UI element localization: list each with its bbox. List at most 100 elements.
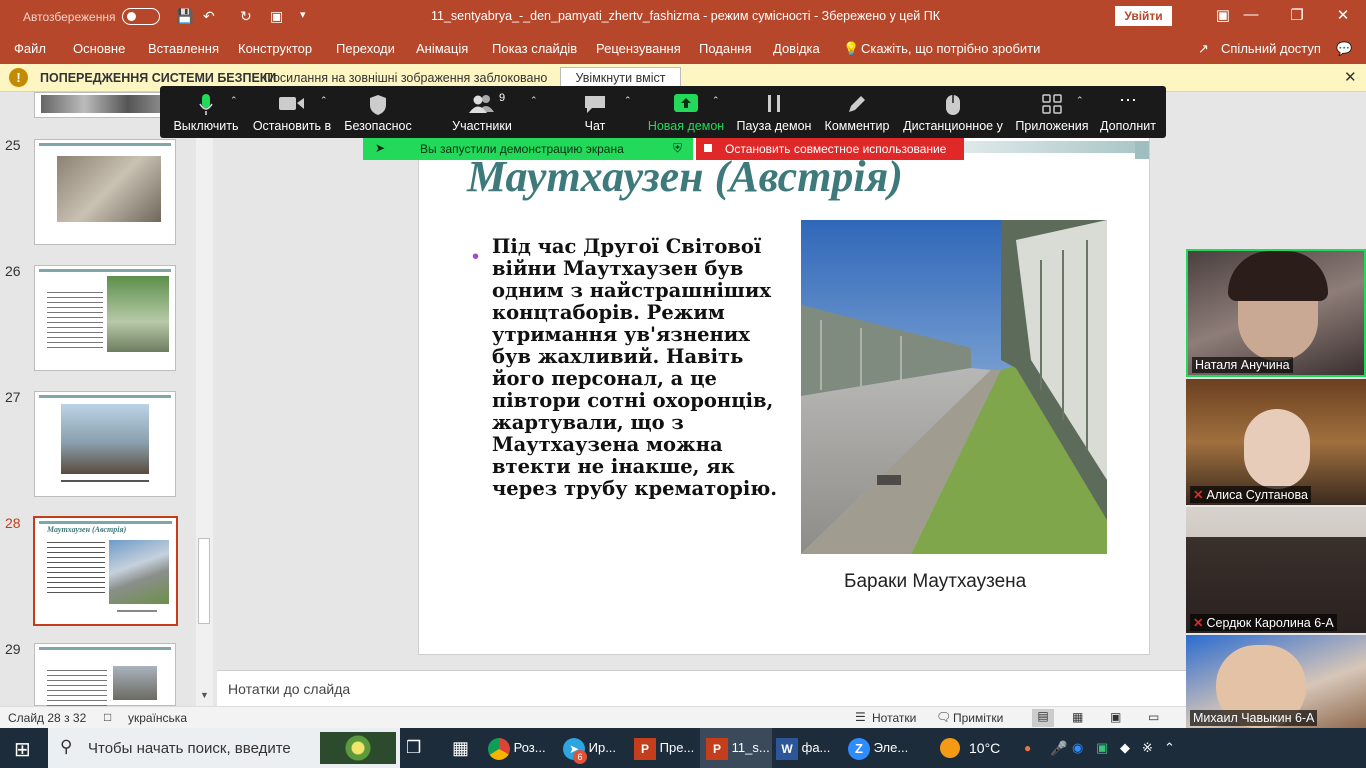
close-security-bar-button[interactable]: ✕: [1344, 68, 1357, 86]
stop-share-button[interactable]: Остановить совместное использование: [696, 138, 964, 160]
slide-thumbnail-27[interactable]: [34, 391, 176, 497]
participant-video-tile[interactable]: ✕ Алиса Султанова: [1186, 379, 1366, 505]
taskbar-app-word[interactable]: W фа...: [776, 728, 842, 768]
taskbar-app-chrome[interactable]: Роз...: [488, 728, 558, 768]
scroll-down-icon[interactable]: ▼: [200, 690, 209, 700]
zoom-label: Выключить: [173, 119, 239, 133]
more-button[interactable]: ⋯ Дополнит: [1092, 86, 1164, 138]
tray-mic-icon[interactable]: 🎤: [1050, 728, 1067, 768]
share-button[interactable]: Спільний доступ: [1221, 41, 1321, 56]
current-slide[interactable]: Маутхаузен (Австрія) • Під час Другої Св…: [418, 92, 1150, 655]
tab-animations[interactable]: Анімація: [416, 41, 468, 56]
tab-view[interactable]: Подання: [699, 41, 752, 56]
participant-video-tile[interactable]: Наталя Анучина: [1186, 249, 1366, 377]
close-button[interactable]: ✕: [1320, 6, 1366, 24]
lightbulb-icon: 💡: [843, 41, 860, 56]
chat-button[interactable]: Чат: [560, 86, 630, 138]
tab-home[interactable]: Основне: [73, 41, 125, 56]
comments-icon[interactable]: 💬: [1336, 41, 1352, 57]
taskbar-app-zoom[interactable]: Z Эле...: [848, 728, 918, 768]
chevron-up-icon[interactable]: ⌃: [1076, 95, 1084, 106]
chrome-icon: [488, 737, 510, 760]
chevron-up-icon[interactable]: ⌃: [530, 95, 538, 106]
tray-zoom-icon[interactable]: ◉: [1072, 728, 1083, 768]
minimize-button[interactable]: —: [1228, 6, 1274, 23]
tab-file[interactable]: Файл: [14, 41, 46, 56]
windows-start-icon[interactable]: ⊞: [14, 737, 31, 762]
apps-icon: [1042, 94, 1062, 117]
stop-video-button[interactable]: Остановить в: [252, 86, 332, 138]
taskbar-app-powerpoint[interactable]: P Пре...: [634, 728, 700, 768]
participant-count: 9: [499, 92, 506, 104]
slideshow-view-icon[interactable]: ▭: [1148, 710, 1159, 724]
bluetooth-icon[interactable]: ※: [1142, 728, 1153, 768]
remote-control-button[interactable]: Дистанционное у: [898, 86, 1008, 138]
undo-icon[interactable]: ↶: [203, 8, 215, 25]
share-icon: ↗: [1198, 41, 1209, 56]
search-placeholder: Чтобы начать поиск, введите: [88, 740, 291, 757]
reading-view-icon[interactable]: ▣: [1110, 710, 1121, 724]
present-icon[interactable]: ▣: [270, 8, 283, 25]
weather-temperature[interactable]: 10°C: [969, 728, 1000, 768]
slide-thumbnail-24[interactable]: [34, 92, 176, 118]
tray-network-icon[interactable]: ◆: [1120, 728, 1130, 768]
thumbnails-scrollbar[interactable]: ▲ ▼: [196, 92, 213, 706]
slide-thumbnail-26[interactable]: [34, 265, 176, 371]
chevron-up-icon[interactable]: ⌃: [712, 95, 720, 106]
normal-view-icon[interactable]: ▤: [1032, 709, 1054, 727]
zoom-label: Пауза демон: [736, 119, 812, 133]
save-icon[interactable]: 💾: [176, 8, 193, 25]
barracks-photo: [801, 220, 1107, 554]
slide-thumbnail-28-selected[interactable]: Маутхаузен (Австрія): [33, 516, 178, 626]
participant-hair: [1228, 251, 1328, 301]
document-title: 11_sentyabrya_-_den_pamyati_zhertv_fashi…: [431, 9, 940, 23]
restore-button[interactable]: ❐: [1274, 6, 1320, 24]
taskbar-search-box[interactable]: ⚲ Чтобы начать поиск, введите: [48, 728, 400, 768]
tab-help[interactable]: Довідка: [773, 41, 820, 56]
tab-design[interactable]: Конструктор: [238, 41, 312, 56]
spellcheck-icon[interactable]: □: [104, 710, 111, 724]
chat-icon: [584, 94, 606, 117]
tray-chevron-icon[interactable]: ⌃: [1164, 728, 1175, 768]
task-view-icon[interactable]: ❒: [406, 728, 421, 768]
slide-sorter-icon[interactable]: ▦: [1072, 710, 1083, 724]
slide-thumbnails-panel: 25 26 27 28 Маутхаузен (Австрія) 29: [0, 92, 213, 706]
new-share-button[interactable]: Новая демон: [644, 86, 728, 138]
redo-icon[interactable]: ↻: [240, 8, 252, 25]
tray-app-icon[interactable]: ●: [1024, 728, 1031, 768]
scrollbar-thumb[interactable]: [198, 538, 210, 624]
mute-button[interactable]: Выключить: [166, 86, 246, 138]
notes-placeholder[interactable]: Нотатки до слайда: [228, 681, 350, 697]
pin-icon: ➤: [375, 141, 386, 155]
autosave-toggle[interactable]: [122, 8, 160, 25]
slide-thumbnail-25[interactable]: [34, 139, 176, 245]
tell-me-search[interactable]: Скажіть, що потрібно зробити: [861, 41, 1040, 56]
annotate-button[interactable]: Комментир: [820, 86, 894, 138]
qat-customize-icon[interactable]: ▾: [300, 8, 306, 21]
participant-video-tile[interactable]: Михаил Чавыкин 6-А: [1186, 635, 1366, 728]
notes-toggle-button[interactable]: Нотатки: [872, 711, 916, 725]
chevron-up-icon[interactable]: ⌃: [230, 95, 238, 106]
taskbar-app-telegram[interactable]: ➤ Ир... 6: [563, 728, 633, 768]
sign-in-button[interactable]: Увійти: [1115, 6, 1172, 26]
tab-transitions[interactable]: Переходи: [336, 41, 395, 56]
participants-button[interactable]: 9 Участники: [442, 86, 522, 138]
tab-insert[interactable]: Вставлення: [148, 41, 219, 56]
language-indicator[interactable]: українська: [128, 711, 187, 725]
comments-toggle-button[interactable]: Примітки: [953, 711, 1003, 725]
pause-share-button[interactable]: Пауза демон: [734, 86, 814, 138]
apps-button[interactable]: Приложения: [1012, 86, 1092, 138]
tray-sync-icon[interactable]: ▣: [1096, 728, 1108, 768]
security-button[interactable]: Безопаснос: [338, 86, 418, 138]
mouse-icon: [946, 94, 960, 119]
tab-review[interactable]: Рецензування: [596, 41, 681, 56]
taskbar-app-powerpoint-active[interactable]: P 11_s...: [700, 728, 772, 768]
calculator-icon[interactable]: ▦: [452, 728, 469, 768]
slide-number: 29: [5, 641, 21, 657]
tab-slideshow[interactable]: Показ слайдів: [492, 41, 577, 56]
participant-video-tile[interactable]: ✕ Сердюк Каролина 6-А: [1186, 507, 1366, 633]
slide-thumbnail-29[interactable]: [34, 643, 176, 706]
slide-body-text: Під час Другої Світової війни Маутхаузен…: [492, 235, 778, 500]
chevron-up-icon[interactable]: ⌃: [624, 95, 632, 106]
chevron-up-icon[interactable]: ⌃: [320, 95, 328, 106]
